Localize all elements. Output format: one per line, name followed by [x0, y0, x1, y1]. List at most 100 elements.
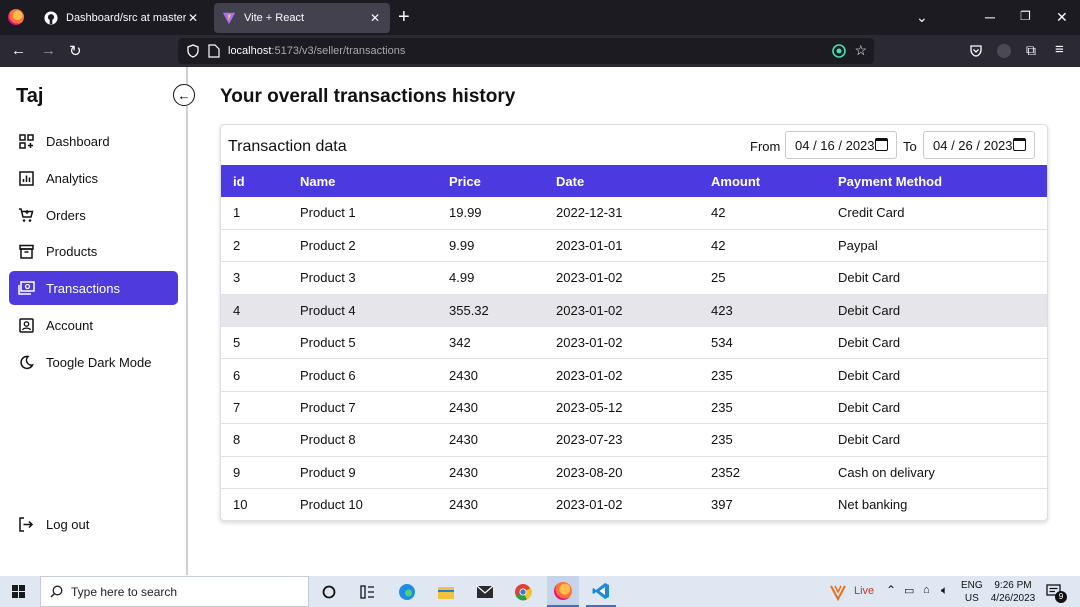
table-row[interactable]: 3 Product 3 4.99 2023-01-02 25 Debit Card: [221, 262, 1047, 295]
table-cell: 9.99: [449, 238, 475, 254]
sidebar-item-analytics[interactable]: Analytics: [9, 161, 178, 195]
sidebar-item-account[interactable]: Account: [9, 308, 178, 342]
table-cell: 3: [233, 270, 241, 286]
chevron-up-icon[interactable]: ⌃: [886, 584, 896, 597]
close-window-button[interactable]: ✕: [1056, 9, 1068, 26]
calendar-icon[interactable]: [875, 138, 888, 151]
table-cell: 2023-08-20: [556, 464, 623, 480]
notification-button[interactable]: 9: [1046, 584, 1067, 603]
table-cell: Debit Card: [838, 270, 901, 286]
column-header[interactable]: Amount: [699, 165, 826, 197]
mail-icon[interactable]: [473, 580, 497, 604]
shield-icon[interactable]: [186, 44, 200, 58]
tab-title: Vite + React: [244, 12, 305, 24]
file-explorer-icon[interactable]: [434, 580, 458, 604]
forward-button[interactable]: →: [41, 42, 56, 59]
calendar-icon[interactable]: [1013, 138, 1026, 151]
back-button[interactable]: ←: [11, 42, 26, 59]
reload-button[interactable]: ↻: [69, 42, 82, 60]
table-cell: 4: [233, 302, 241, 318]
logout-button[interactable]: Log out: [9, 507, 178, 541]
firefox-taskbar-icon[interactable]: [547, 576, 579, 607]
taskbar-search-input[interactable]: Type here to search: [40, 576, 309, 607]
sidebar-item-label: Analytics: [46, 170, 99, 186]
sidebar-item-orders[interactable]: Orders: [9, 198, 178, 232]
column-header[interactable]: Date: [544, 165, 699, 197]
table-cell: 2023-07-23: [556, 432, 623, 448]
table-cell: Debit Card: [838, 432, 901, 448]
table-row[interactable]: 7 Product 7 2430 2023-05-12 235 Debit Card: [221, 391, 1047, 424]
firefox-icon[interactable]: [8, 9, 24, 25]
from-date-input[interactable]: 04 / 16 / 2023: [785, 131, 897, 159]
tab-list-chevron-icon[interactable]: ⌄: [916, 9, 928, 26]
sidebar-item-label: Dashboard: [46, 133, 110, 149]
column-header[interactable]: Price: [437, 165, 544, 197]
maximize-button[interactable]: ❐: [1020, 9, 1031, 23]
table-row[interactable]: 4 Product 4 355.32 2023-01-02 423 Debit Card: [221, 294, 1047, 327]
address-bar[interactable]: localhost:5173/v3/seller/transactions ☆: [178, 38, 874, 64]
column-header[interactable]: Payment Method: [826, 165, 1047, 197]
sidebar-item-dashboard[interactable]: Dashboard: [9, 124, 178, 158]
table-cell: 2430: [449, 400, 478, 416]
account-avatar-icon[interactable]: [997, 44, 1011, 58]
to-date-input[interactable]: 04 / 26 / 2023: [923, 131, 1035, 159]
edge-icon[interactable]: [395, 580, 419, 604]
table-cell: 235: [711, 400, 733, 416]
close-icon[interactable]: ✕: [368, 11, 382, 25]
windows-start-icon[interactable]: [12, 585, 25, 598]
table-cell: 355.32: [449, 302, 489, 318]
volume-icon[interactable]: 🔈︎: [941, 584, 948, 597]
live-wallpaper-icon[interactable]: [826, 580, 850, 604]
minimize-button[interactable]: ─: [985, 9, 995, 25]
network-icon[interactable]: ⌂: [923, 584, 930, 597]
to-label: To: [903, 139, 917, 154]
table-cell: Debit Card: [838, 302, 901, 318]
bookmark-star-icon[interactable]: ☆: [854, 42, 867, 59]
table-row[interactable]: 5 Product 5 342 2023-01-02 534 Debit Card: [221, 327, 1047, 359]
account-icon: [17, 316, 35, 334]
table-cell: Credit Card: [838, 205, 905, 221]
table-cell: 2023-01-02: [556, 367, 623, 383]
sidebar-item-dark-mode[interactable]: Toogle Dark Mode: [9, 345, 178, 379]
table-cell: 5: [233, 335, 241, 351]
vscode-icon[interactable]: [586, 576, 616, 607]
close-icon[interactable]: ✕: [186, 11, 200, 25]
table-row[interactable]: 1 Product 1 19.99 2022-12-31 42 Credit Card: [221, 197, 1047, 230]
column-header[interactable]: Name: [288, 165, 437, 197]
sidebar-item-transactions[interactable]: Transactions: [9, 271, 178, 305]
page-title: Your overall transactions history: [220, 86, 516, 107]
table-cell: 2352: [711, 464, 740, 480]
transactions-table: id Name Price Date Amount Payment Method…: [221, 165, 1047, 521]
tab-github[interactable]: Dashboard/src at master · Hayat ✕: [36, 3, 208, 33]
table-row[interactable]: 2 Product 2 9.99 2023-01-01 42 Paypal: [221, 229, 1047, 262]
task-view-icon[interactable]: [355, 580, 379, 604]
table-row[interactable]: 8 Product 8 2430 2023-07-23 235 Debit Card: [221, 424, 1047, 457]
table-cell: Product 5: [300, 335, 356, 351]
from-date-value: 04 / 16 / 2023: [795, 137, 875, 153]
new-tab-button[interactable]: +: [398, 6, 410, 29]
battery-icon[interactable]: ▭: [904, 585, 914, 598]
tab-vite[interactable]: Vite + React ✕: [214, 3, 390, 33]
table-cell: 2023-01-02: [556, 497, 623, 513]
sidebar-item-products[interactable]: Products: [9, 234, 178, 268]
time-label: 9:26 PM: [994, 580, 1032, 591]
collapse-sidebar-button[interactable]: ←: [173, 84, 195, 106]
table-row[interactable]: 6 Product 6 2430 2023-01-02 235 Debit Card: [221, 359, 1047, 392]
table-cell: Product 2: [300, 238, 356, 254]
payments-icon: [17, 279, 35, 297]
table-cell: Product 9: [300, 464, 356, 480]
live-label[interactable]: Live: [854, 585, 874, 598]
cortana-icon[interactable]: [317, 580, 341, 604]
extensions-icon[interactable]: ⧉: [1026, 42, 1036, 59]
column-header[interactable]: id: [221, 165, 288, 197]
menu-icon[interactable]: ≡: [1055, 41, 1064, 58]
table-row[interactable]: 9 Product 9 2430 2023-08-20 2352 Cash on deli…: [221, 456, 1047, 489]
vite-icon: [222, 12, 236, 25]
table-row[interactable]: 10 Product 10 2430 2023-01-02 397 Net banking: [221, 489, 1047, 521]
language-indicator[interactable]: ENG US: [961, 579, 983, 605]
clock[interactable]: 9:26 PM 4/26/2023: [989, 579, 1037, 605]
date-label: 4/26/2023: [990, 593, 1036, 604]
chrome-icon[interactable]: [511, 580, 535, 604]
extension-green-icon[interactable]: [832, 44, 846, 58]
pocket-icon[interactable]: [969, 44, 983, 58]
